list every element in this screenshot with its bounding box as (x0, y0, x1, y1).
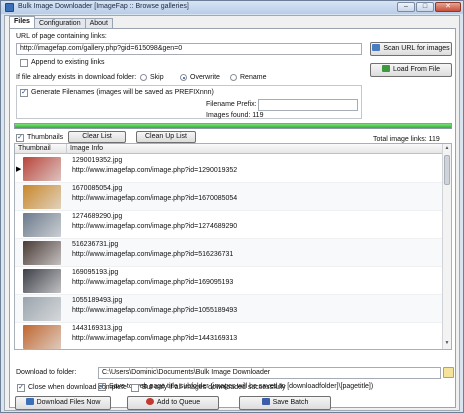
table-row[interactable]: 1274689290.jpg http://www.imagefap.com/im… (15, 211, 443, 239)
prefix-input[interactable] (258, 99, 358, 111)
tab-strip: Files Configuration About (9, 16, 113, 28)
row-url: http://www.imagefap.com/image.php?id=105… (72, 307, 238, 314)
close-when-complete-checkbox[interactable]: ✓ (17, 384, 25, 392)
radio-overwrite[interactable] (180, 74, 187, 81)
row-url: http://www.imagefap.com/image.php?id=167… (72, 195, 238, 202)
image-list-grid[interactable]: Thumbnail Image Info ▶ 1290019352.jpg http… (14, 143, 452, 350)
scrollbar-thumb[interactable] (444, 155, 450, 185)
table-row[interactable]: 1670085054.jpg http://www.imagefap.com/im… (15, 183, 443, 211)
scroll-down-icon[interactable]: ▼ (444, 340, 450, 348)
download-folder-input[interactable]: C:\Users\Dominic\Documents\Bulk Image Do… (98, 367, 441, 379)
table-row[interactable]: 1443169313.jpg http://www.imagefap.com/im… (15, 323, 443, 349)
load-file-icon (381, 65, 390, 72)
grid-header: Thumbnail Image Info (15, 144, 443, 154)
append-checkbox[interactable] (20, 59, 28, 67)
thumbnail-image (23, 297, 61, 321)
append-label: Append to existing links (31, 59, 105, 66)
total-image-links: Total image links: 119 (373, 136, 440, 143)
row-filename: 1290019352.jpg (72, 157, 123, 164)
row-url: http://www.imagefap.com/image.php?id=169… (72, 279, 234, 286)
maximize-button[interactable]: □ (416, 2, 434, 12)
app-window: Bulk Image Downloader [ImageFap :: Brows… (0, 0, 464, 413)
scan-progress-bar (14, 123, 452, 129)
progress-fill (15, 124, 451, 128)
row-filename: 169095193.jpg (72, 269, 119, 276)
table-row[interactable]: 169095193.jpg http://www.imagefap.com/ima… (15, 267, 443, 295)
row-filename: 516236731.jpg (72, 241, 119, 248)
add-to-queue-button[interactable]: Add to Queue (127, 396, 219, 410)
download-folder-label: Download to folder: (16, 369, 77, 376)
save-batch-label: Save Batch (272, 399, 309, 406)
prefix-label: Filename Prefix: (206, 101, 257, 108)
thumbnail-image (23, 185, 61, 209)
download-files-label: Download Files Now (36, 399, 101, 406)
close-when-complete-label: Close when download complete (28, 384, 127, 391)
scan-url-button[interactable]: Scan URL for images (370, 42, 452, 56)
radio-skip-label: Skip (150, 74, 164, 81)
url-input[interactable]: http://imagefap.com/gallery.php?gid=6150… (16, 43, 362, 55)
download-icon (25, 398, 34, 405)
thumbnail-image (23, 213, 61, 237)
table-row[interactable]: 516236731.jpg http://www.imagefap.com/ima… (15, 239, 443, 267)
only-if-success-checkbox[interactable] (131, 384, 139, 392)
generate-label: Generate Filenames (images will be saved… (31, 89, 214, 96)
row-url: http://www.imagefap.com/image.php?id=127… (72, 223, 238, 230)
grid-scrollbar[interactable]: ▲ ▼ (442, 144, 451, 349)
generate-checkbox[interactable]: ✓ (20, 89, 28, 97)
column-thumbnail[interactable]: Thumbnail (15, 144, 67, 154)
scan-icon (372, 44, 381, 51)
grid-rows: ▶ 1290019352.jpg http://www.imagefap.com/i… (15, 155, 443, 349)
row-url: http://www.imagefap.com/image.php?id=129… (72, 167, 238, 174)
thumbnail-image (23, 157, 61, 181)
download-files-button[interactable]: Download Files Now (15, 396, 111, 410)
tab-configuration[interactable]: Configuration (33, 18, 86, 28)
radio-skip[interactable] (140, 74, 147, 81)
exists-label: If file already exists in download folde… (16, 74, 137, 81)
table-row[interactable]: 1055189493.jpg http://www.imagefap.com/im… (15, 295, 443, 323)
row-selected-marker-icon: ▶ (16, 166, 22, 173)
scan-url-label: Scan URL for images (383, 45, 450, 52)
title-bar[interactable]: Bulk Image Downloader [ImageFap :: Brows… (1, 1, 463, 14)
thumbnails-label: Thumbnails (27, 134, 64, 141)
only-if-success-label: But only if all images downloaded succes… (142, 384, 286, 391)
save-disk-icon (261, 398, 270, 405)
main-content: Files Configuration About URL of page co… (4, 15, 460, 411)
url-label: URL of page containing links: (16, 33, 107, 40)
row-filename: 1670085054.jpg (72, 185, 123, 192)
close-button[interactable]: ✕ (435, 2, 461, 12)
clean-up-list-button[interactable]: Clean Up List (136, 131, 196, 143)
table-row[interactable]: ▶ 1290019352.jpg http://www.imagefap.com/i… (15, 155, 443, 183)
thumbnail-image (23, 241, 61, 265)
add-to-queue-label: Add to Queue (156, 399, 201, 406)
radio-overwrite-label: Overwrite (190, 74, 220, 81)
row-url: http://www.imagefap.com/image.php?id=516… (72, 251, 234, 258)
column-image-info[interactable]: Image Info (67, 144, 443, 154)
tab-about[interactable]: About (84, 18, 113, 28)
images-found: Images found: 119 (206, 112, 264, 119)
row-filename: 1274689290.jpg (72, 213, 123, 220)
app-icon (5, 3, 14, 12)
scroll-up-icon[interactable]: ▲ (444, 145, 450, 153)
add-queue-icon (145, 398, 154, 405)
radio-rename-label: Rename (240, 74, 267, 81)
browse-folder-icon[interactable] (443, 367, 454, 378)
tab-files[interactable]: Files (9, 16, 35, 28)
minimize-button[interactable]: – (397, 2, 415, 12)
row-url: http://www.imagefap.com/image.php?id=144… (72, 335, 238, 342)
clear-list-button[interactable]: Clear List (68, 131, 126, 143)
thumbnail-image (23, 269, 61, 293)
load-from-file-label: Load From File (392, 66, 441, 73)
row-filename: 1443169313.jpg (72, 325, 123, 332)
row-filename: 1055189493.jpg (72, 297, 123, 304)
radio-rename[interactable] (230, 74, 237, 81)
window-title: Bulk Image Downloader [ImageFap :: Brows… (18, 3, 189, 10)
load-from-file-button[interactable]: Load From File (370, 63, 452, 77)
files-panel: URL of page containing links: http://ima… (9, 28, 456, 408)
thumbnail-image (23, 325, 61, 349)
thumbnails-checkbox[interactable]: ✓ (16, 134, 24, 142)
save-batch-button[interactable]: Save Batch (239, 396, 331, 410)
